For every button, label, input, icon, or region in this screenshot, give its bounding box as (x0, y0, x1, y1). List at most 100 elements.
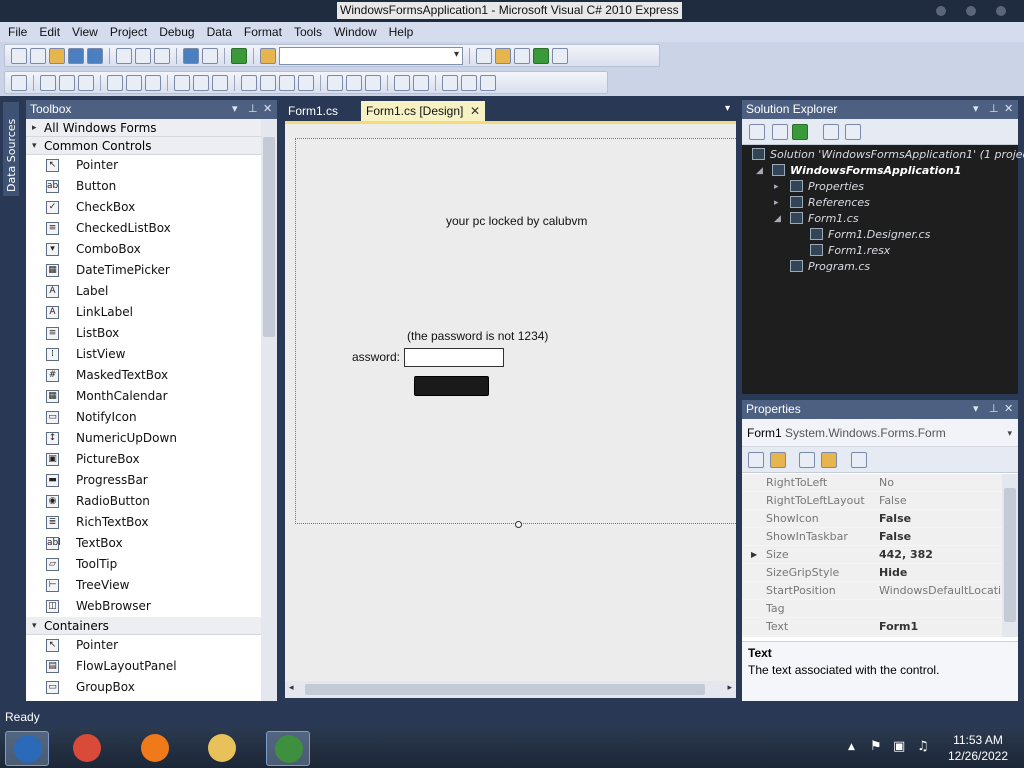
solution-explorer-icon[interactable] (495, 47, 511, 64)
open-file-icon[interactable] (49, 47, 65, 64)
window-position-icon[interactable]: ▾ (232, 100, 238, 119)
toolbox-item-flowlayoutpanel[interactable]: ▤ FlowLayoutPanel (26, 656, 261, 677)
menu-data[interactable]: Data (201, 25, 238, 39)
tree-node-form1-resx[interactable]: Form1.resx (810, 243, 890, 259)
toolbox-item-datetimepicker[interactable]: ▦ DateTimePicker (26, 260, 261, 281)
auto-hide-pin-icon[interactable]: ⊥ (248, 100, 258, 119)
events-icon[interactable] (821, 452, 837, 468)
menu-view[interactable]: View (66, 25, 104, 39)
toolbox-item-checkedlistbox[interactable]: ≡ CheckedListBox (26, 218, 261, 239)
property-value[interactable]: Hide (879, 564, 907, 582)
make-same-height-icon[interactable] (193, 74, 209, 91)
password-textbox[interactable] (404, 348, 504, 367)
toolbox-item-maskedtextbox[interactable]: # MaskedTextBox (26, 365, 261, 386)
start-debugging-icon[interactable] (231, 47, 247, 64)
hint-label[interactable]: (the password is not 1234) (407, 329, 548, 343)
visual-csharp-app[interactable] (266, 731, 310, 766)
horizontal-spacing-icon[interactable] (241, 74, 257, 91)
system-clock[interactable]: 11:53 AM 12/26/2022 (938, 732, 1018, 764)
data-sources-tab[interactable]: Data Sources (3, 102, 19, 196)
toolbox-icon[interactable] (552, 47, 568, 64)
category-common-controls[interactable]: ▾ Common Controls (26, 137, 261, 155)
view-code-icon[interactable] (823, 124, 839, 140)
form1-designer[interactable]: your pc locked by calubvm (the password … (295, 138, 736, 524)
tree-node-form1[interactable]: ◢ Form1.cs (774, 211, 859, 227)
close-tab-icon[interactable]: ✕ (470, 101, 480, 121)
property-value[interactable]: 442, 382 (879, 546, 933, 564)
unlock-button[interactable] (414, 376, 489, 396)
make-same-size-icon[interactable] (212, 74, 228, 91)
properties-icon[interactable] (749, 124, 765, 140)
chrome-app[interactable] (65, 731, 109, 766)
property-value[interactable]: Form1 (879, 618, 918, 636)
locked-message-label[interactable]: your pc locked by calubvm (446, 214, 587, 228)
auto-hide-pin-icon[interactable]: ⊥ (989, 400, 999, 419)
network-icon[interactable]: ▣ (893, 739, 905, 754)
toolbox-item-combobox[interactable]: ▾ ComboBox (26, 239, 261, 260)
make-same-width-icon[interactable] (174, 74, 190, 91)
show-hidden-icons-icon[interactable]: ▲ (848, 742, 855, 752)
tab-order-icon[interactable] (480, 74, 496, 91)
window-position-icon[interactable]: ▾ (973, 100, 979, 119)
refresh-icon[interactable] (792, 124, 808, 140)
tab-form1-cs[interactable]: Form1.cs (283, 101, 359, 121)
align-middles-icon[interactable] (126, 74, 142, 91)
scroll-thumb[interactable] (305, 684, 705, 695)
find-in-files-icon[interactable] (260, 47, 276, 64)
decrease-h-spacing-icon[interactable] (279, 74, 295, 91)
paste-icon[interactable] (154, 47, 170, 64)
toolbox-item-treeview[interactable]: ⊢ TreeView (26, 575, 261, 596)
toolbox-item-webbrowser[interactable]: ◫ WebBrowser (26, 596, 261, 617)
menu-file[interactable]: File (2, 25, 33, 39)
align-centers-icon[interactable] (59, 74, 75, 91)
find-icon[interactable] (476, 47, 492, 64)
toolbox-item-pointer[interactable]: ↖ Pointer (26, 635, 261, 656)
expand-arrow-icon[interactable]: ▸ (774, 179, 779, 195)
category-all-windows-forms[interactable]: ▸ All Windows Forms (26, 119, 261, 137)
toolbox-item-richtextbox[interactable]: ≣ RichTextBox (26, 512, 261, 533)
property-row-size[interactable]: ▶ Size 442, 382 (742, 546, 1002, 564)
align-to-grid-icon[interactable] (11, 74, 27, 91)
show-all-files-icon[interactable] (772, 124, 788, 140)
expand-arrow-icon[interactable]: ▶ (751, 546, 757, 564)
scroll-thumb[interactable] (263, 137, 275, 337)
toolbox-item-label[interactable]: A Label (26, 281, 261, 302)
property-row-showintaskbar[interactable]: ShowInTaskbar False (742, 528, 1002, 546)
toolbox-item-progressbar[interactable]: ▬ ProgressBar (26, 470, 261, 491)
toolbox-item-pointer[interactable]: ↖ Pointer (26, 155, 261, 176)
firefox-app[interactable] (133, 731, 177, 766)
property-row-text[interactable]: Text Form1 (742, 618, 1002, 636)
property-grid-scrollbar[interactable] (1002, 474, 1018, 637)
property-value[interactable]: False (879, 492, 907, 510)
toolbox-item-listview[interactable]: ⁞ ListView (26, 344, 261, 365)
tree-node-solution[interactable]: Solution 'WindowsFormsApplication1' (1 p… (752, 147, 1024, 163)
center-vertically-icon[interactable] (413, 74, 429, 91)
close-button[interactable] (996, 6, 1006, 16)
minimize-button[interactable] (936, 6, 946, 16)
password-label[interactable]: assword: (352, 350, 400, 364)
align-lefts-icon[interactable] (40, 74, 56, 91)
close-panel-icon[interactable]: ✕ (263, 100, 272, 119)
toolbox-item-textbox[interactable]: abl TextBox (26, 533, 261, 554)
copy-icon[interactable] (135, 47, 151, 64)
menu-help[interactable]: Help (383, 25, 420, 39)
bring-to-front-icon[interactable] (442, 74, 458, 91)
menu-debug[interactable]: Debug (153, 25, 200, 39)
close-panel-icon[interactable]: ✕ (1004, 400, 1013, 419)
expand-arrow-icon[interactable]: ▸ (774, 195, 779, 211)
properties-view-icon[interactable] (799, 452, 815, 468)
property-pages-icon[interactable] (851, 452, 867, 468)
cut-icon[interactable] (116, 47, 132, 64)
toolbox-item-linklabel[interactable]: A LinkLabel (26, 302, 261, 323)
toolbox-item-monthcalendar[interactable]: ▦ MonthCalendar (26, 386, 261, 407)
property-value[interactable]: False (879, 528, 911, 546)
property-row-sizegripstyle[interactable]: SizeGripStyle Hide (742, 564, 1002, 582)
property-row-righttoleftlayout[interactable]: RightToLeftLayout False (742, 492, 1002, 510)
align-tops-icon[interactable] (107, 74, 123, 91)
save-icon[interactable] (68, 47, 84, 64)
tree-node-program[interactable]: Program.cs (790, 259, 870, 275)
menu-project[interactable]: Project (104, 25, 153, 39)
remove-h-spacing-icon[interactable] (298, 74, 314, 91)
tree-node-form1-designer[interactable]: Form1.Designer.cs (810, 227, 930, 243)
object-browser-icon[interactable] (533, 47, 549, 64)
